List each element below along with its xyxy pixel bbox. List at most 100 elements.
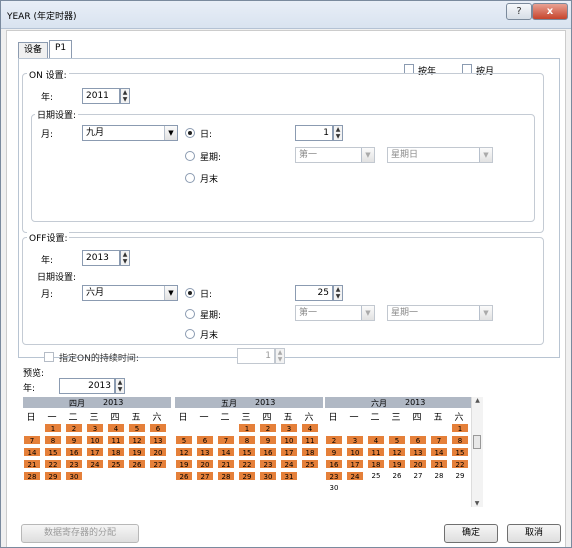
- calendar-day[interactable]: 10: [346, 447, 364, 457]
- calendar-day[interactable]: 12: [388, 447, 406, 457]
- calendar-day[interactable]: 30: [325, 483, 343, 493]
- off-day-spinner[interactable]: ▲ ▼: [333, 285, 343, 301]
- calendar-day[interactable]: 5: [175, 435, 193, 445]
- calendar-day[interactable]: 3: [346, 435, 364, 445]
- calendar-day[interactable]: 2: [325, 435, 343, 445]
- off-week-radio[interactable]: [185, 309, 195, 319]
- duration-spinner[interactable]: ▲ ▼: [275, 348, 285, 364]
- calendar-day[interactable]: 14: [217, 447, 235, 457]
- preview-year-input[interactable]: 2013: [59, 378, 115, 394]
- calendar-day[interactable]: 1: [44, 423, 62, 433]
- calendar-day[interactable]: 16: [325, 459, 343, 469]
- on-day-input[interactable]: 1: [295, 125, 333, 141]
- calendar-day[interactable]: 28: [23, 471, 41, 481]
- calendar-day[interactable]: 4: [301, 423, 319, 433]
- calendar-day[interactable]: 4: [367, 435, 385, 445]
- preview-year-spinner[interactable]: ▲ ▼: [115, 378, 125, 394]
- calendar-day[interactable]: 15: [44, 447, 62, 457]
- calendar-day[interactable]: 27: [149, 459, 167, 469]
- calendar-day[interactable]: 8: [44, 435, 62, 445]
- calendar-day[interactable]: 9: [259, 435, 277, 445]
- calendar-day[interactable]: 10: [86, 435, 104, 445]
- on-year-spinner[interactable]: ▲ ▼: [120, 88, 130, 104]
- on-month-end-radio[interactable]: [185, 173, 195, 183]
- calendar-day[interactable]: 9: [65, 435, 83, 445]
- calendar-day[interactable]: 22: [238, 459, 256, 469]
- calendar-day[interactable]: 30: [65, 471, 83, 481]
- calendar-day[interactable]: 29: [44, 471, 62, 481]
- calendar-day[interactable]: 26: [388, 471, 406, 481]
- calendar-day[interactable]: 29: [238, 471, 256, 481]
- calendar-day[interactable]: 7: [23, 435, 41, 445]
- calendar-day[interactable]: 23: [325, 471, 343, 481]
- calendar-day[interactable]: 13: [196, 447, 214, 457]
- calendar-day[interactable]: 4: [107, 423, 125, 433]
- calendar-day[interactable]: 26: [175, 471, 193, 481]
- calendar-day[interactable]: 6: [196, 435, 214, 445]
- off-week-select[interactable]: 第一 ▼: [295, 305, 375, 321]
- off-month-end-radio[interactable]: [185, 329, 195, 339]
- calendar-day[interactable]: 21: [430, 459, 448, 469]
- off-year-spinner[interactable]: ▲ ▼: [120, 250, 130, 266]
- calendar-day[interactable]: 17: [346, 459, 364, 469]
- calendar-day[interactable]: 16: [65, 447, 83, 457]
- calendar-day[interactable]: 25: [367, 471, 385, 481]
- calendar-day[interactable]: 28: [430, 471, 448, 481]
- calendar-day[interactable]: 8: [238, 435, 256, 445]
- calendar-day[interactable]: 29: [451, 471, 469, 481]
- calendar-day[interactable]: 30: [259, 471, 277, 481]
- off-day-radio[interactable]: [185, 288, 195, 298]
- ok-button[interactable]: 确定: [444, 524, 498, 543]
- calendar-day[interactable]: 12: [175, 447, 193, 457]
- calendar-day[interactable]: 22: [44, 459, 62, 469]
- calendar-day[interactable]: 12: [128, 435, 146, 445]
- calendar-day[interactable]: 9: [325, 447, 343, 457]
- duration-input[interactable]: 1: [237, 348, 275, 364]
- on-weekday-select[interactable]: 星期日 ▼: [387, 147, 493, 163]
- calendar-day[interactable]: 6: [409, 435, 427, 445]
- calendar-day[interactable]: 18: [367, 459, 385, 469]
- cancel-button[interactable]: 取消: [507, 524, 561, 543]
- calendar-day[interactable]: 7: [217, 435, 235, 445]
- calendar-day[interactable]: 2: [259, 423, 277, 433]
- calendar-day[interactable]: 19: [128, 447, 146, 457]
- calendar-day[interactable]: 17: [280, 447, 298, 457]
- calendar-day[interactable]: 11: [301, 435, 319, 445]
- calendar-day[interactable]: 8: [451, 435, 469, 445]
- on-week-radio[interactable]: [185, 151, 195, 161]
- calendar-day[interactable]: 13: [149, 435, 167, 445]
- calendar-day[interactable]: 5: [388, 435, 406, 445]
- calendar-day[interactable]: 19: [175, 459, 193, 469]
- duration-checkbox[interactable]: [44, 352, 54, 362]
- calendar-day[interactable]: 22: [451, 459, 469, 469]
- calendar-day[interactable]: 1: [238, 423, 256, 433]
- off-day-input[interactable]: 25: [295, 285, 333, 301]
- calendar-day[interactable]: 7: [430, 435, 448, 445]
- calendar-day[interactable]: 31: [280, 471, 298, 481]
- on-week-select[interactable]: 第一 ▼: [295, 147, 375, 163]
- calendar-day[interactable]: 14: [430, 447, 448, 457]
- calendar-day[interactable]: 25: [301, 459, 319, 469]
- calendar-day[interactable]: 21: [217, 459, 235, 469]
- calendar-scrollbar[interactable]: ▲ ▼: [471, 397, 483, 507]
- calendar-day[interactable]: 10: [280, 435, 298, 445]
- calendar-day[interactable]: 24: [280, 459, 298, 469]
- calendar-day[interactable]: 1: [451, 423, 469, 433]
- tab-p1[interactable]: P1: [49, 40, 73, 59]
- on-day-spinner[interactable]: ▲ ▼: [333, 125, 343, 141]
- calendar-day[interactable]: 24: [86, 459, 104, 469]
- calendar-day[interactable]: 27: [196, 471, 214, 481]
- calendar-day[interactable]: 21: [23, 459, 41, 469]
- calendar-day[interactable]: 11: [367, 447, 385, 457]
- off-weekday-select[interactable]: 星期一 ▼: [387, 305, 493, 321]
- calendar-day[interactable]: 2: [65, 423, 83, 433]
- on-month-select[interactable]: 九月 ▼: [82, 125, 178, 141]
- calendar-day[interactable]: 23: [259, 459, 277, 469]
- calendar-day[interactable]: 3: [86, 423, 104, 433]
- calendar-day[interactable]: 6: [149, 423, 167, 433]
- calendar-day[interactable]: 20: [409, 459, 427, 469]
- calendar-day[interactable]: 18: [107, 447, 125, 457]
- calendar-day[interactable]: 25: [107, 459, 125, 469]
- on-year-input[interactable]: 2011: [82, 88, 120, 104]
- calendar-day[interactable]: 27: [409, 471, 427, 481]
